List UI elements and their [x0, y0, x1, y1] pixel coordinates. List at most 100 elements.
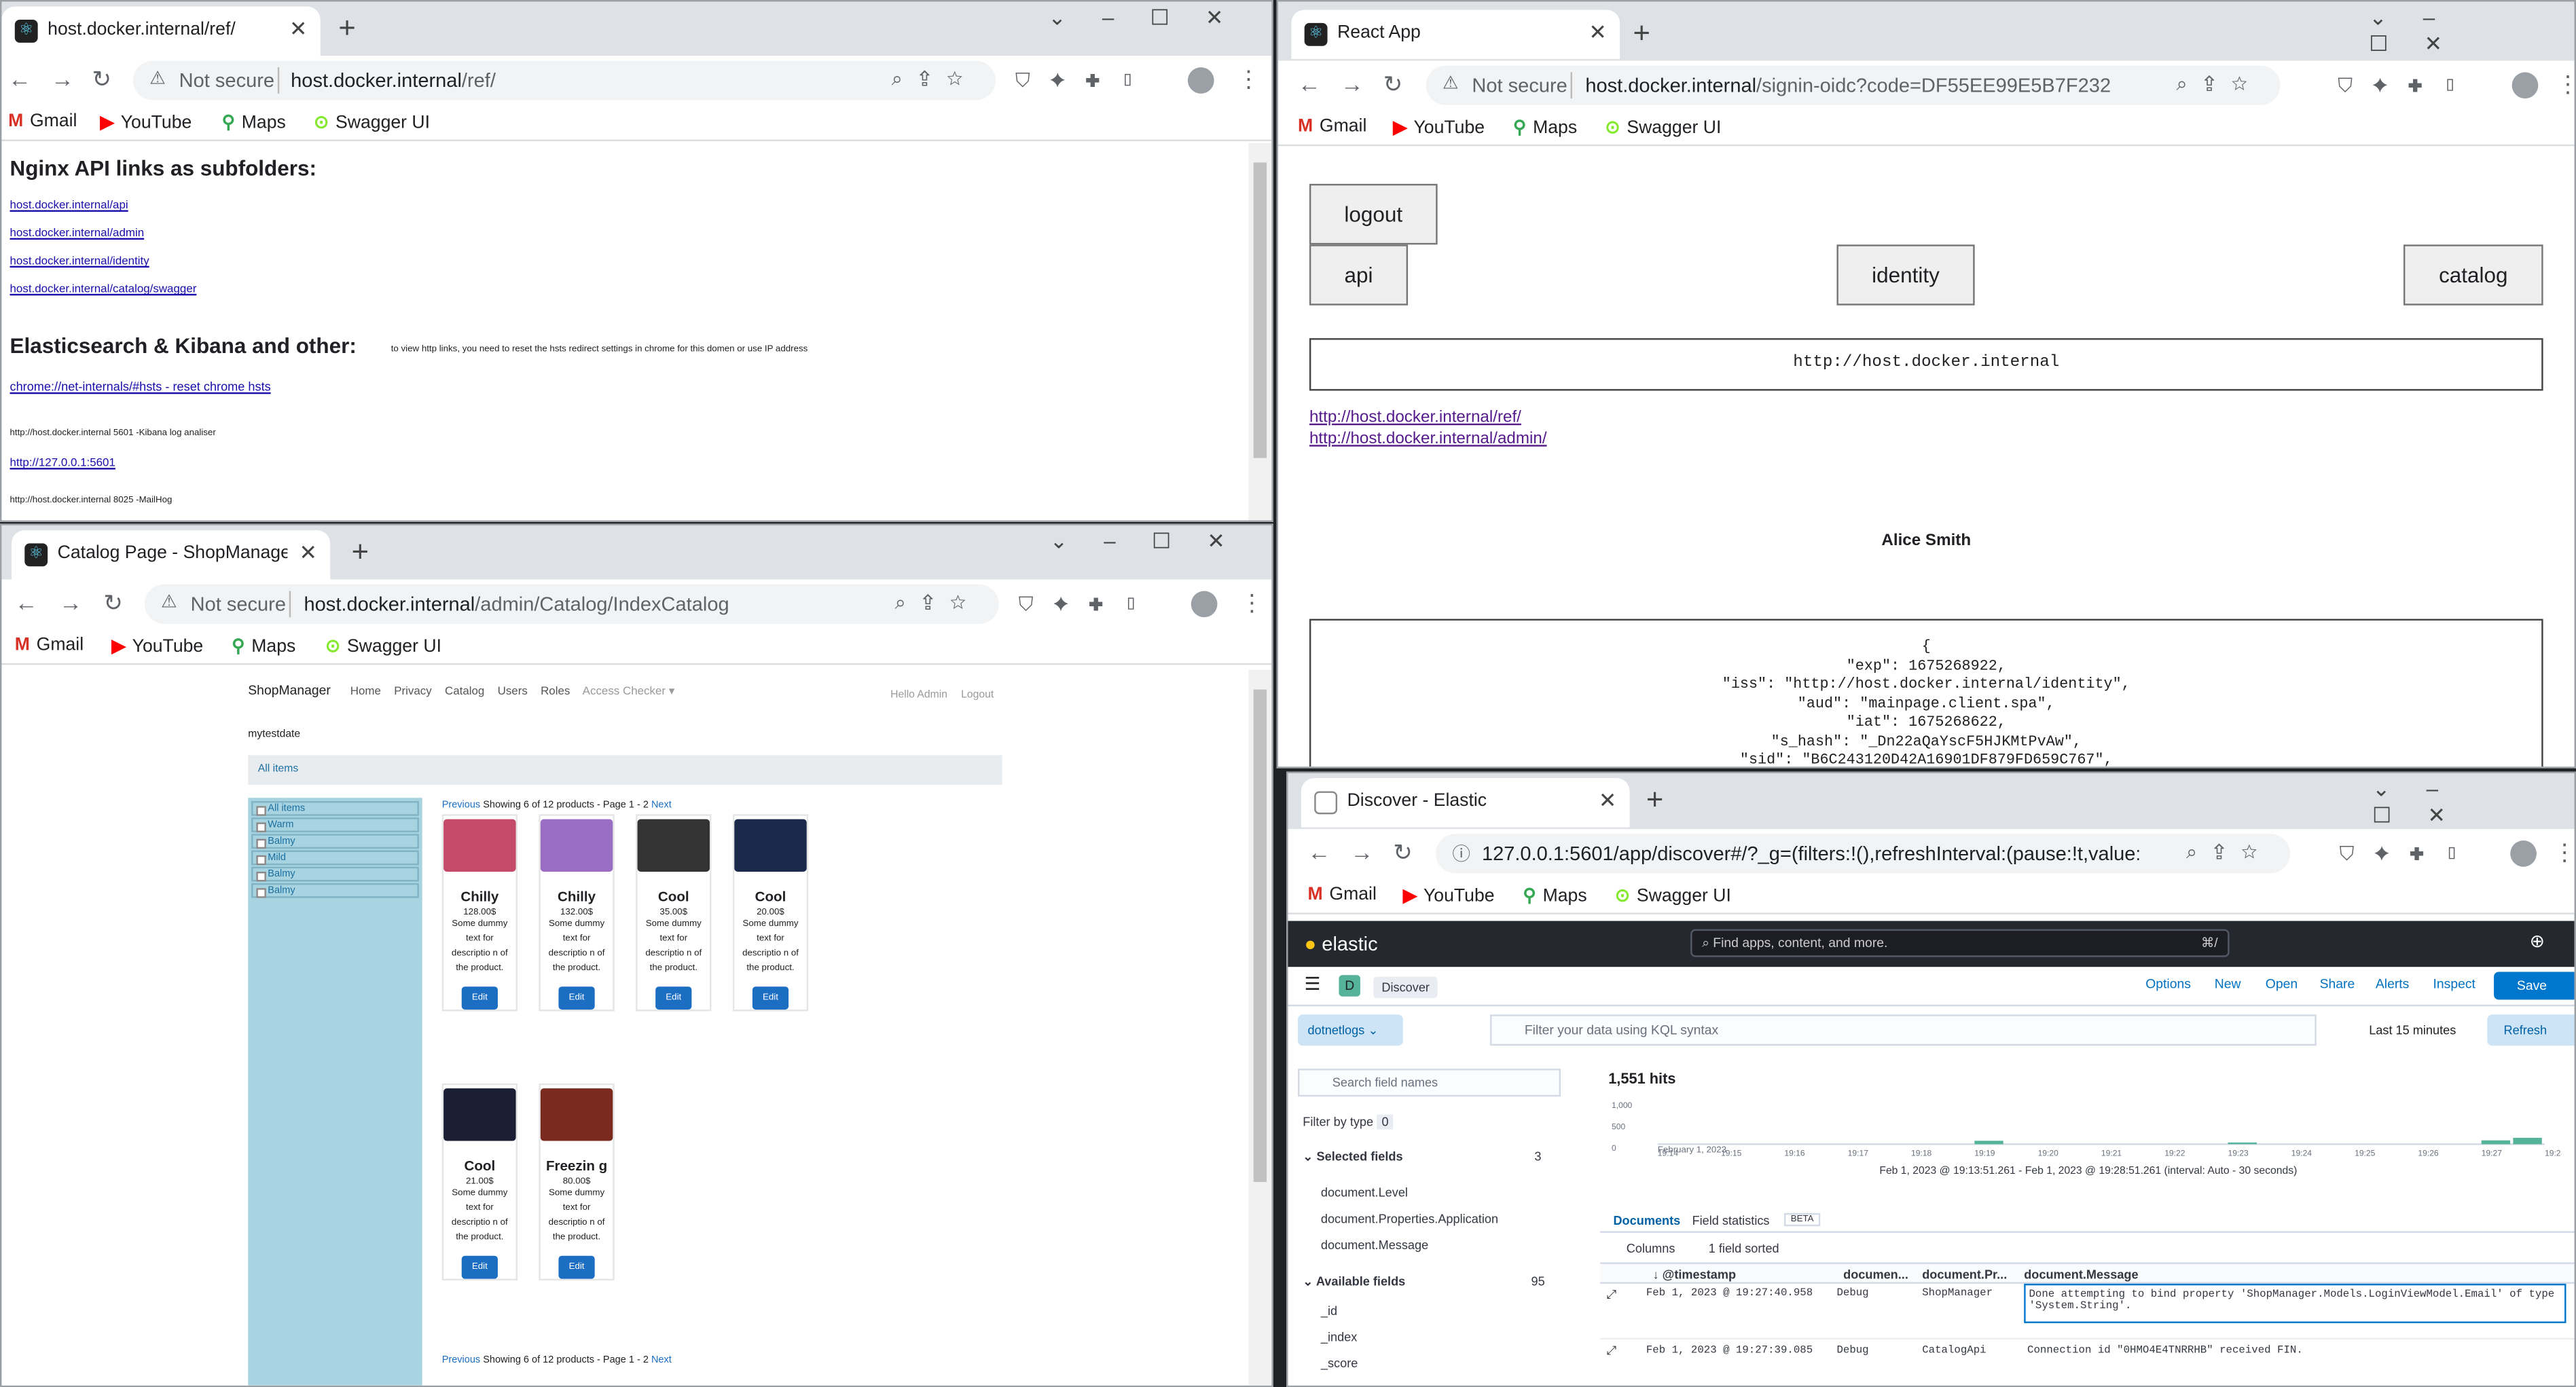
- columns-button[interactable]: Columns: [1627, 1241, 1675, 1256]
- bookmark-youtube[interactable]: ▶ YouTube: [111, 635, 203, 656]
- window-controls[interactable]: ⌄‒☐✕: [1048, 5, 1259, 31]
- tab-discover[interactable]: Discover - Elastic ✕: [1301, 778, 1630, 828]
- reload-icon[interactable]: ↻: [1383, 71, 1402, 98]
- histogram-bar[interactable]: [2481, 1140, 2511, 1145]
- bookmark-gmail[interactable]: M Gmail: [15, 635, 84, 655]
- menu-icon[interactable]: ⋮: [2553, 839, 2574, 867]
- refresh-button[interactable]: Refresh: [2487, 1014, 2575, 1046]
- forward-icon[interactable]: →: [1341, 71, 1364, 97]
- reload-icon[interactable]: ↻: [92, 66, 111, 94]
- close-tab-icon[interactable]: ✕: [289, 16, 307, 43]
- edit-button[interactable]: Edit: [559, 1255, 595, 1279]
- link-ref[interactable]: http://host.docker.internal/ref/: [1309, 409, 1521, 427]
- date-picker[interactable]: Last 15 minutes: [2369, 1022, 2456, 1037]
- logout-button[interactable]: logout: [1309, 183, 1438, 245]
- back-icon[interactable]: ←: [8, 66, 31, 92]
- address-bar[interactable]: ⚠ Not secure host.docker.internal/ref/ ⌕…: [132, 60, 996, 100]
- index-pattern-select[interactable]: dotnetlogs ⌄: [1298, 1014, 1403, 1046]
- window-controls[interactable]: ⌄‒☐✕: [1050, 529, 1261, 555]
- scrollbar[interactable]: [1248, 143, 1272, 521]
- address-bar[interactable]: ⚠ Not secure host.docker.internal/admin/…: [144, 584, 999, 624]
- tab-catalog[interactable]: ⚛ Catalog Page - ShopManager ✕: [11, 530, 331, 580]
- edit-button[interactable]: Edit: [462, 986, 498, 1010]
- extension-icons[interactable]: ⛉✦✚▯: [1019, 593, 1159, 617]
- extension-icons[interactable]: ⛉✦✚▯: [1015, 69, 1155, 94]
- col-application[interactable]: document.Pr...: [1922, 1268, 2007, 1282]
- api-button[interactable]: api: [1309, 244, 1409, 306]
- available-fields-header[interactable]: ⌄ Available fields: [1303, 1274, 1405, 1289]
- catalog-button[interactable]: catalog: [2403, 244, 2543, 306]
- field-item[interactable]: document.Level: [1321, 1185, 1408, 1200]
- menu-inspect[interactable]: Inspect: [2433, 977, 2475, 992]
- field-item[interactable]: document.Properties.Application: [1321, 1211, 1498, 1226]
- link-admin[interactable]: http://host.docker.internal/admin/: [1309, 430, 1547, 449]
- category-item[interactable]: Balmy: [251, 866, 419, 882]
- breadcrumb-discover[interactable]: Discover: [1373, 976, 1438, 999]
- bookmark-maps[interactable]: ⚲ Maps: [1523, 885, 1586, 906]
- forward-icon[interactable]: →: [1350, 839, 1373, 866]
- bookmark-youtube[interactable]: ▶ YouTube: [1403, 885, 1495, 906]
- address-bar[interactable]: ⚠ Not secure host.docker.internal/signin…: [1426, 65, 2281, 105]
- logout-link[interactable]: Logout: [961, 690, 994, 701]
- histogram-bar[interactable]: [2513, 1137, 2542, 1145]
- bookmark-youtube[interactable]: ▶ YouTube: [101, 111, 192, 133]
- back-icon[interactable]: ←: [1298, 71, 1321, 97]
- tab-documents[interactable]: Documents: [1613, 1213, 1680, 1228]
- menu-options[interactable]: Options: [2145, 977, 2191, 992]
- new-tab-button[interactable]: +: [1646, 783, 1663, 817]
- url-text[interactable]: 127.0.0.1:5601/app/discover#/?_g=(filter…: [1482, 842, 2139, 865]
- url-text[interactable]: host.docker.internal/signin-oidc?code=DF…: [1585, 74, 2111, 97]
- window-controls[interactable]: ⌄‒☐✕: [2372, 777, 2575, 829]
- bookmark-gmail[interactable]: M Gmail: [1298, 117, 1366, 136]
- bookmark-swagger[interactable]: ⊙ Swagger UI: [314, 111, 430, 133]
- tab-field-statistics[interactable]: Field statistics: [1692, 1213, 1770, 1228]
- address-icons[interactable]: ⌕⇪☆: [2186, 840, 2274, 865]
- all-items-bar[interactable]: All items: [248, 755, 1002, 785]
- filter-by-type[interactable]: Filter by type 0: [1303, 1114, 1394, 1130]
- expand-icon[interactable]: ⤢: [1607, 1343, 1617, 1359]
- extension-icons[interactable]: ⛉✦✚▯: [2338, 74, 2478, 98]
- bookmark-maps[interactable]: ⚲ Maps: [1513, 117, 1577, 138]
- bookmark-swagger[interactable]: ⊙ Swagger UI: [1615, 885, 1731, 906]
- pager-prev[interactable]: Previous: [442, 801, 480, 811]
- forward-icon[interactable]: →: [51, 66, 74, 92]
- edit-button[interactable]: Edit: [655, 986, 691, 1010]
- profile-avatar[interactable]: [1191, 591, 1218, 618]
- address-icons[interactable]: ⌕⇪☆: [2176, 72, 2264, 96]
- menu-alerts[interactable]: Alerts: [2376, 977, 2409, 992]
- profile-avatar[interactable]: [2511, 72, 2539, 99]
- window-controls[interactable]: ⌄‒☐✕: [2369, 5, 2574, 57]
- menu-new[interactable]: New: [2215, 977, 2241, 992]
- menu-open[interactable]: Open: [2266, 977, 2298, 992]
- close-tab-icon[interactable]: ✕: [299, 540, 316, 567]
- histogram-bar[interactable]: [1974, 1141, 2003, 1145]
- menu-icon[interactable]: ⋮: [1237, 66, 1260, 94]
- col-level[interactable]: documen...: [1843, 1268, 1908, 1282]
- link-kibana[interactable]: http://127.0.0.1:5601: [10, 458, 115, 470]
- nav-roles[interactable]: Roles: [541, 686, 570, 698]
- menu-icon[interactable]: ⋮: [2556, 71, 2575, 98]
- scrollbar[interactable]: [1248, 669, 1272, 1386]
- edit-button[interactable]: Edit: [752, 986, 788, 1010]
- field-item[interactable]: _score: [1321, 1356, 1358, 1371]
- reload-icon[interactable]: ↻: [103, 589, 122, 617]
- bookmark-swagger[interactable]: ⊙ Swagger UI: [1605, 117, 1721, 138]
- nav-home[interactable]: Home: [350, 686, 381, 698]
- link-admin[interactable]: host.docker.internal/admin: [10, 228, 145, 240]
- nav-users[interactable]: Users: [498, 686, 528, 698]
- field-search[interactable]: Search field names: [1298, 1069, 1561, 1097]
- kql-input[interactable]: Filter your data using KQL syntax: [1490, 1014, 2317, 1046]
- close-tab-icon[interactable]: ✕: [1589, 20, 1606, 46]
- hamburger-icon[interactable]: ☰: [1305, 974, 1321, 995]
- url-text[interactable]: host.docker.internal/admin/Catalog/Index…: [304, 593, 729, 616]
- new-tab-button[interactable]: +: [352, 535, 369, 570]
- nav-catalog[interactable]: Catalog: [445, 686, 484, 698]
- profile-avatar[interactable]: [2510, 840, 2537, 867]
- help-icon[interactable]: ⊕: [2530, 931, 2545, 952]
- new-tab-button[interactable]: +: [338, 12, 355, 46]
- link-identity[interactable]: host.docker.internal/identity: [10, 256, 149, 267]
- category-item[interactable]: Mild: [251, 850, 419, 866]
- col-timestamp[interactable]: ↓ @timestamp: [1653, 1268, 1737, 1282]
- address-icons[interactable]: ⌕⇪☆: [895, 591, 983, 615]
- menu-icon[interactable]: ⋮: [1240, 589, 1263, 617]
